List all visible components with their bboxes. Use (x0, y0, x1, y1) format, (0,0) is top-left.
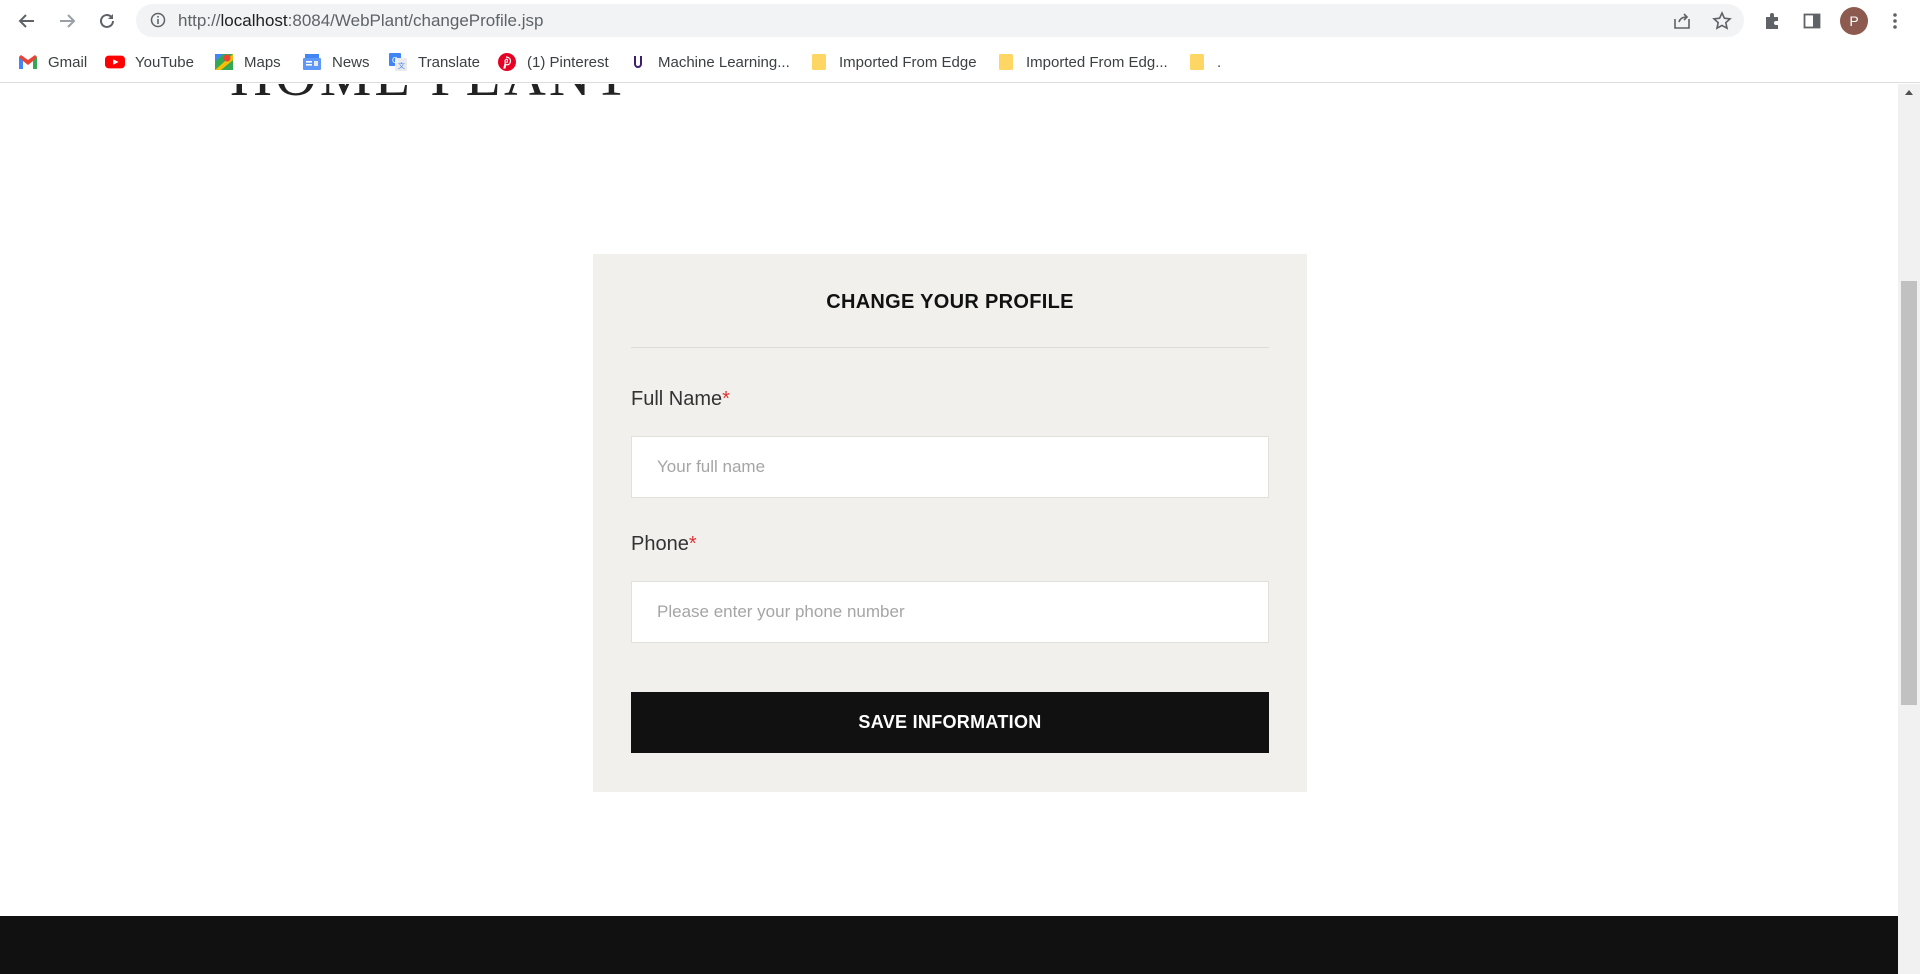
form-title: CHANGE YOUR PROFILE (826, 291, 1074, 313)
bookmark-star-icon[interactable] (1712, 11, 1732, 36)
bookmark-imported-from-edge-2[interactable]: Imported From Edg... (996, 51, 1168, 73)
folder-icon (996, 52, 1016, 72)
required-mark: * (688, 533, 697, 555)
scroll-up-arrow-icon[interactable] (1905, 90, 1913, 95)
profile-avatar[interactable]: P (1840, 7, 1868, 35)
pinterest-icon (497, 52, 517, 72)
scroll-thumb[interactable] (1901, 281, 1917, 705)
arrow-right-icon (60, 14, 76, 28)
side-panel-button[interactable] (1799, 8, 1825, 34)
browser-toolbar: http://localhost:8084/WebPlant/changePro… (0, 0, 1920, 41)
maps-icon (214, 52, 234, 72)
svg-text:文: 文 (398, 61, 405, 70)
kebab-menu-icon (1893, 13, 1897, 29)
reload-icon (100, 13, 114, 28)
address-bar[interactable]: http://localhost:8084/WebPlant/changePro… (136, 4, 1744, 37)
translate-icon: G文 (388, 52, 408, 72)
phone-label: Phone* (631, 533, 697, 555)
title-divider (631, 347, 1269, 348)
bookmark-youtube[interactable]: YouTube (105, 51, 194, 73)
bookmark-machine-learning[interactable]: Machine Learning... (628, 51, 790, 73)
share-icon[interactable] (1672, 11, 1692, 36)
gmail-icon (18, 52, 38, 72)
puzzle-icon (1766, 13, 1778, 29)
side-panel-icon (1803, 13, 1821, 29)
full-name-input[interactable] (631, 436, 1269, 498)
bookmarks-bar: Gmail YouTube Maps News G 文 Translate (1) … (0, 41, 1920, 83)
site-logo[interactable]: HOME PLANT (230, 84, 632, 109)
change-profile-card: CHANGE YOUR PROFILE Full Name* Phone* SA… (593, 254, 1307, 792)
bookmark-maps[interactable]: Maps (214, 51, 281, 73)
phone-input[interactable] (631, 581, 1269, 643)
required-mark: * (722, 388, 730, 410)
news-icon (302, 52, 322, 72)
forward-button[interactable] (54, 8, 80, 34)
menu-button[interactable] (1882, 8, 1908, 34)
page-scrollbar[interactable] (1898, 84, 1920, 974)
bookmark-translate[interactable]: G 文 Translate (388, 51, 480, 73)
youtube-icon (105, 52, 125, 72)
page-content: HOME PLANT CHANGE YOUR PROFILE Full Name… (0, 84, 1898, 974)
page-footer (0, 916, 1898, 974)
full-name-label: Full Name* (631, 388, 730, 410)
bookmark-news[interactable]: News (302, 51, 370, 73)
back-button[interactable] (14, 8, 40, 34)
arrow-left-icon (18, 14, 34, 28)
save-information-button[interactable]: SAVE INFORMATION (631, 692, 1269, 753)
bookmark-imported-from-edge[interactable]: Imported From Edge (809, 51, 977, 73)
machine-learning-icon (628, 52, 648, 72)
bookmark-gmail[interactable]: Gmail (18, 51, 87, 73)
bookmark-dot-folder[interactable]: . (1187, 51, 1221, 73)
bookmark-pinterest[interactable]: (1) Pinterest (497, 51, 609, 73)
folder-icon (1187, 52, 1207, 72)
reload-button[interactable] (94, 8, 120, 34)
url-text: http://localhost:8084/WebPlant/changePro… (178, 11, 544, 30)
folder-icon (809, 52, 829, 72)
site-info-icon[interactable] (150, 12, 166, 33)
extensions-button[interactable] (1759, 8, 1785, 34)
